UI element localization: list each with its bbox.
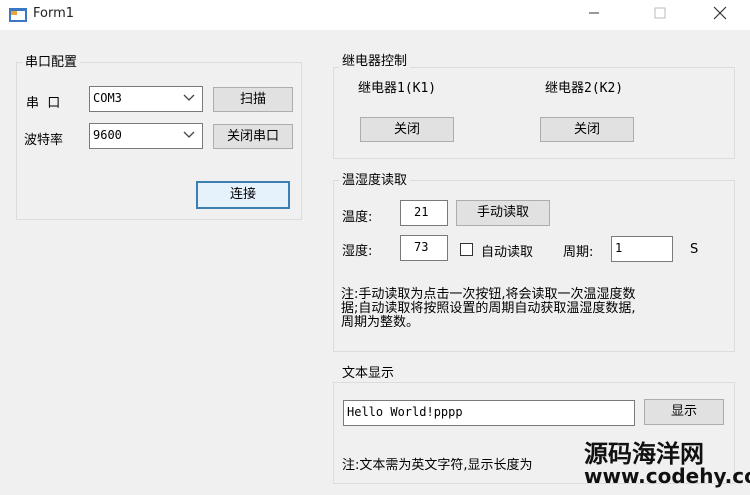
- manual-read-button[interactable]: 手动读取: [456, 200, 550, 226]
- auto-read-checkbox[interactable]: [460, 243, 473, 256]
- port-combobox[interactable]: COM3: [89, 86, 203, 112]
- text-display-note: 注:文本需为英文字符,显示长度为: [342, 458, 533, 473]
- humidity-label: 湿度:: [342, 244, 373, 259]
- baud-value: 9600: [93, 128, 122, 142]
- temp-humidity-note: 注:手动读取为点击一次按钮,将会读取一次温湿度数 据;自动读取将按照设置的周期自…: [341, 287, 731, 331]
- show-button[interactable]: 显示: [644, 399, 724, 425]
- port-label: 串 口: [26, 96, 61, 111]
- period-label: 周期:: [563, 245, 594, 260]
- baud-combobox[interactable]: 9600: [89, 123, 203, 149]
- period-unit: S: [690, 242, 699, 257]
- close-icon: [713, 6, 727, 20]
- note-line-3: 周期为整数。: [341, 315, 420, 330]
- port-value: COM3: [93, 91, 122, 105]
- chevron-down-icon: [183, 94, 195, 101]
- maximize-icon: [654, 7, 666, 19]
- auto-read-label[interactable]: 自动读取: [481, 241, 533, 260]
- relay-control-title: 继电器控制: [339, 50, 411, 69]
- text-input[interactable]: Hello World!pppp: [343, 400, 635, 426]
- serial-config-title: 串口配置: [22, 51, 81, 70]
- relay2-label: 继电器2(K2): [545, 81, 624, 96]
- temp-humidity-title: 温湿度读取: [339, 169, 411, 188]
- connect-button[interactable]: 连接: [196, 181, 290, 209]
- close-button[interactable]: [698, 0, 742, 30]
- maximize-button[interactable]: [638, 0, 682, 30]
- close-port-button[interactable]: 关闭串口: [213, 124, 293, 149]
- relay1-label: 继电器1(K1): [358, 81, 437, 96]
- period-textbox[interactable]: 1: [611, 236, 673, 262]
- title-bar: Form1: [0, 0, 750, 30]
- scan-button[interactable]: 扫描: [213, 87, 293, 112]
- relay2-button[interactable]: 关闭: [540, 117, 634, 142]
- humidity-textbox[interactable]: 73: [400, 235, 448, 261]
- chevron-down-icon: [183, 131, 195, 138]
- temp-label: 温度:: [342, 210, 373, 225]
- temp-textbox[interactable]: 21: [400, 200, 448, 226]
- minimize-icon: [589, 12, 599, 14]
- window-title: Form1: [33, 6, 75, 21]
- text-display-title: 文本显示: [339, 362, 398, 381]
- app-icon: [9, 8, 27, 22]
- baud-label: 波特率: [24, 133, 64, 148]
- relay1-button[interactable]: 关闭: [360, 117, 454, 142]
- watermark-url: www.codehy.com: [584, 464, 750, 488]
- minimize-button[interactable]: [572, 0, 616, 30]
